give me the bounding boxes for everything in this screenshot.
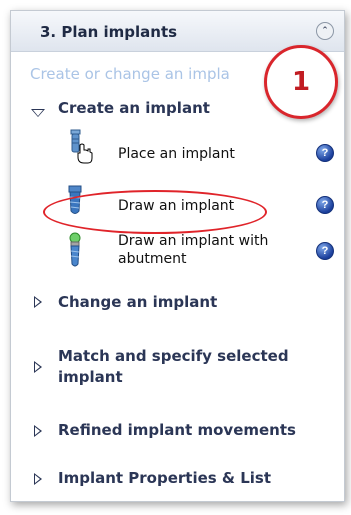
help-icon[interactable]: ? xyxy=(316,144,334,162)
section-label-properties: Implant Properties & List xyxy=(58,469,272,487)
implant-with-hand-cursor-icon xyxy=(70,129,93,164)
panel-subtitle: Create or change an impla xyxy=(30,65,230,83)
section-label-create: Create an implant xyxy=(58,99,210,117)
panel-title: 3. Plan implants xyxy=(40,23,178,41)
highlight-ellipse xyxy=(43,190,267,234)
section-label-match-line1: Match and specify selected xyxy=(58,347,289,365)
collapsed-triangle-icon-fill xyxy=(35,427,40,435)
section-label-match-line2: implant xyxy=(58,368,123,386)
plan-implants-panel: 3. Plan implants ⌃ Create or change an i… xyxy=(10,10,345,502)
implant-with-abutment-icon xyxy=(69,232,81,267)
section-label-refined: Refined implant movements xyxy=(58,421,296,439)
callout-number-badge: 1 xyxy=(264,45,338,119)
help-icon[interactable]: ? xyxy=(316,242,334,260)
collapsed-triangle-icon-fill xyxy=(35,298,40,306)
section-label-change: Change an implant xyxy=(58,293,218,311)
tool-label-draw-abutment-line1: Draw an implant with xyxy=(118,233,269,249)
help-icon[interactable]: ? xyxy=(316,196,334,214)
double-chevron-up-icon[interactable]: ⌃ xyxy=(316,22,334,40)
collapsed-triangle-icon-fill xyxy=(35,363,40,371)
tool-label-draw-abutment-line2: abutment xyxy=(118,251,187,267)
expanded-triangle-icon-fill xyxy=(33,110,43,116)
collapsed-triangle-icon-fill xyxy=(35,475,40,483)
tool-label-place: Place an implant xyxy=(118,146,235,162)
